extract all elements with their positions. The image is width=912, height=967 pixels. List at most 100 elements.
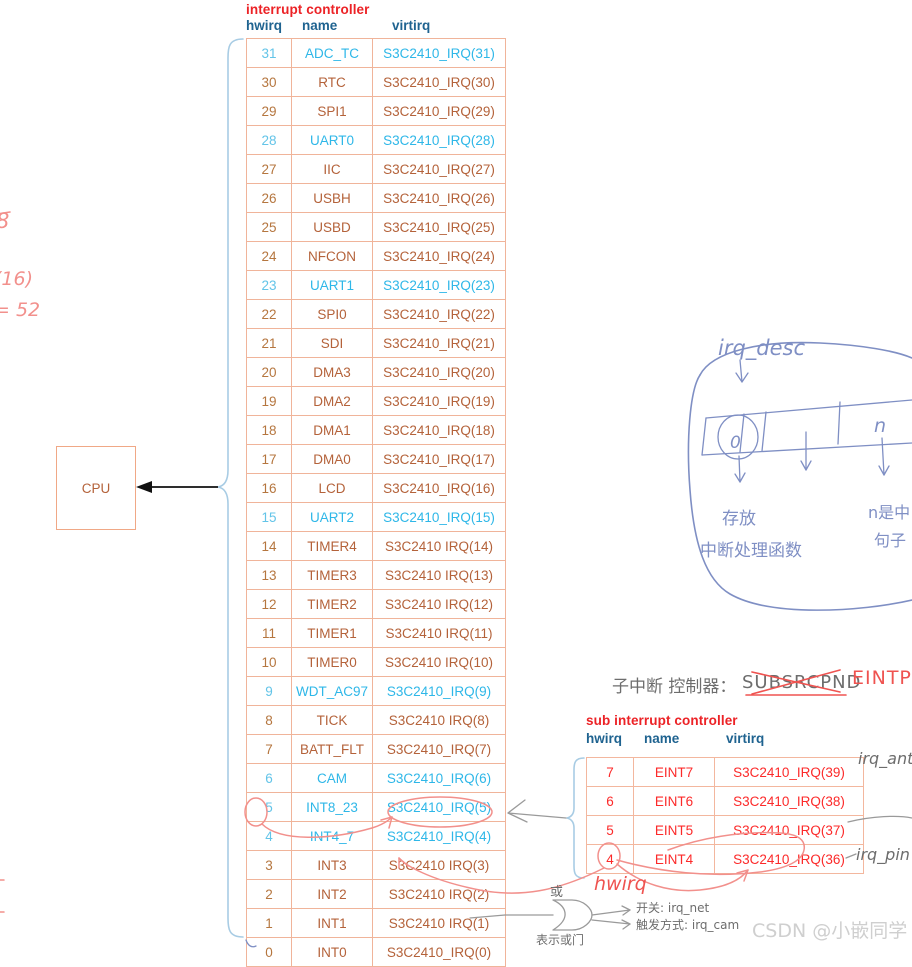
- main-table-brace: [217, 38, 244, 938]
- table-row: 22 SPI0 S3C2410_IRQ(22): [246, 299, 506, 329]
- cell-name: NFCON: [291, 241, 373, 271]
- cell-name: UART1: [291, 270, 373, 300]
- sub-cell-virtirq: S3C2410_IRQ(37): [714, 815, 864, 845]
- cell-virtirq: S3C2410_IRQ(17): [372, 444, 506, 474]
- table-row: 31 ADC_TC S3C2410_IRQ(31): [246, 38, 506, 68]
- cell-virtirq: S3C2410_IRQ(0): [372, 937, 506, 967]
- table-row: 18 DMA1 S3C2410_IRQ(18): [246, 415, 506, 445]
- cell-name: SPI0: [291, 299, 373, 329]
- cell-hwirq: 24: [246, 241, 292, 271]
- cell-virtirq: S3C2410 IRQ(11): [372, 618, 506, 648]
- table-row: 24 NFCON S3C2410_IRQ(24): [246, 241, 506, 271]
- column-header-virtirq: virtirq: [392, 18, 431, 33]
- diagram-canvas: interrupt controller hwirq name virtirq …: [0, 0, 912, 967]
- cell-name: TICK: [291, 705, 373, 735]
- table-row: 3 INT3 S3C2410 IRQ(3): [246, 850, 506, 880]
- left-edge-note-1: 8: [0, 209, 9, 233]
- cell-virtirq: S3C2410_IRQ(19): [372, 386, 506, 416]
- cell-hwirq: 21: [246, 328, 292, 358]
- cell-hwirq: 27: [246, 154, 292, 184]
- cell-name: LCD: [291, 473, 373, 503]
- cell-hwirq: 3: [246, 850, 292, 880]
- sub-table-row: 4 EINT4 S3C2410_IRQ(36): [586, 844, 864, 874]
- irq-desc-label: irq_desc: [718, 336, 805, 361]
- sub-to-main-arrow: [507, 799, 567, 823]
- table-row: 19 DMA2 S3C2410_IRQ(19): [246, 386, 506, 416]
- cell-name: DMA3: [291, 357, 373, 387]
- cell-hwirq: 13: [246, 560, 292, 590]
- cell-hwirq: 19: [246, 386, 292, 416]
- sub-table-column-headers: hwirq name virtirq: [586, 731, 866, 746]
- cpu-arrow: [136, 481, 218, 493]
- cell-virtirq: S3C2410_IRQ(29): [372, 96, 506, 126]
- cell-name: SDI: [291, 328, 373, 358]
- sub-cell-name: EINT4: [633, 844, 715, 874]
- table-row: 28 UART0 S3C2410_IRQ(28): [246, 125, 506, 155]
- cell-hwirq: 20: [246, 357, 292, 387]
- cn-note-left-1: 存放: [722, 509, 756, 529]
- left-edge-note-3: = 52: [0, 299, 40, 321]
- cell-name: CAM: [291, 763, 373, 793]
- table-row: 14 TIMER4 S3C2410 IRQ(14): [246, 531, 506, 561]
- cell-virtirq: S3C2410_IRQ(23): [372, 270, 506, 300]
- gate-input-2-label: 触发方式: irq_cam: [636, 917, 739, 932]
- irq-pin-label: irq_pin: [856, 845, 910, 865]
- table-row: 23 UART1 S3C2410_IRQ(23): [246, 270, 506, 300]
- table-row: 26 USBH S3C2410_IRQ(26): [246, 183, 506, 213]
- cell-virtirq: S3C2410_IRQ(4): [372, 821, 506, 851]
- main-table-column-headers: hwirq name virtirq: [246, 18, 506, 33]
- cell-virtirq: S3C2410_IRQ(16): [372, 473, 506, 503]
- cell-virtirq: S3C2410_IRQ(28): [372, 125, 506, 155]
- table-row: 8 TICK S3C2410 IRQ(8): [246, 705, 506, 735]
- column-header-name: name: [302, 18, 338, 33]
- sub-table-row: 7 EINT7 S3C2410_IRQ(39): [586, 757, 864, 787]
- sub-cell-hwirq: 5: [586, 815, 634, 845]
- cell-name: INT0: [291, 937, 373, 967]
- or-gate-sketch: 或 表示或门 开关: irq_net 触发方式: irq_cam: [469, 885, 739, 947]
- cell-virtirq: S3C2410 IRQ(2): [372, 879, 506, 909]
- table-row: 5 INT8_23 S3C2410_IRQ(5): [246, 792, 506, 822]
- cell-name: INT4_7: [291, 821, 373, 851]
- cell-hwirq: 5: [246, 792, 292, 822]
- cell-virtirq: S3C2410_IRQ(6): [372, 763, 506, 793]
- cell-hwirq: 18: [246, 415, 292, 445]
- eintpend-label: EINTPEND: [852, 667, 912, 689]
- cell-virtirq: S3C2410_IRQ(7): [372, 734, 506, 764]
- sub-table-title: sub interrupt controller: [586, 713, 738, 728]
- cell-hwirq: 12: [246, 589, 292, 619]
- cn-note-left-2: 中断处理函数: [700, 541, 802, 561]
- cell-virtirq: S3C2410_IRQ(18): [372, 415, 506, 445]
- cell-hwirq: 30: [246, 67, 292, 97]
- table-row: 6 CAM S3C2410_IRQ(6): [246, 763, 506, 793]
- cell-virtirq: S3C2410 IRQ(8): [372, 705, 506, 735]
- sub-table-row: 6 EINT6 S3C2410_IRQ(38): [586, 786, 864, 816]
- cell-virtirq: S3C2410_IRQ(9): [372, 676, 506, 706]
- irq-desc-sketch: 0 n irq_desc 存放 中断处理函数 n是中 句子: [687, 336, 912, 611]
- sub-ctrl-note-cn: 子中断 控制器：: [612, 677, 736, 697]
- cell-name: USBD: [291, 212, 373, 242]
- cell-virtirq: S3C2410 IRQ(13): [372, 560, 506, 590]
- cell-virtirq: S3C2410_IRQ(21): [372, 328, 506, 358]
- cell-name: DMA2: [291, 386, 373, 416]
- cell-virtirq: S3C2410_IRQ(15): [372, 502, 506, 532]
- table-row: 15 UART2 S3C2410_IRQ(15): [246, 502, 506, 532]
- sub-cell-hwirq: 7: [586, 757, 634, 787]
- cn-gate-sub-label: 表示或门: [536, 932, 584, 947]
- sub-cell-virtirq: S3C2410_IRQ(36): [714, 844, 864, 874]
- cell-hwirq: 16: [246, 473, 292, 503]
- sub-column-header-name: name: [644, 731, 680, 746]
- table-row: 17 DMA0 S3C2410_IRQ(17): [246, 444, 506, 474]
- sub-cell-name: EINT6: [633, 786, 715, 816]
- cell-virtirq: S3C2410 IRQ(12): [372, 589, 506, 619]
- sub-cell-name: EINT7: [633, 757, 715, 787]
- table-row: 7 BATT_FLT S3C2410_IRQ(7): [246, 734, 506, 764]
- sub-cell-hwirq: 6: [586, 786, 634, 816]
- cell-virtirq: S3C2410_IRQ(5): [372, 792, 506, 822]
- table-row: 1 INT1 S3C2410 IRQ(1): [246, 908, 506, 938]
- sub-column-header-virtirq: virtirq: [726, 731, 765, 746]
- table-row: 0 INT0 S3C2410_IRQ(0): [246, 937, 506, 967]
- cell-name: TIMER1: [291, 618, 373, 648]
- sub-cell-hwirq: 4: [586, 844, 634, 874]
- cell-name: UART0: [291, 125, 373, 155]
- irq-ant-label: irq_ant: [858, 749, 912, 769]
